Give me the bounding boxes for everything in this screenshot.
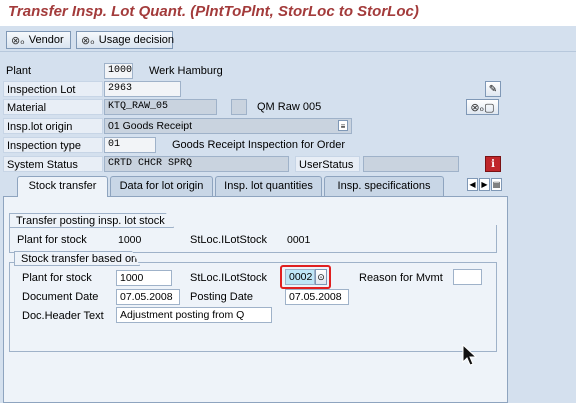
window-title: Transfer Insp. Lot Quant. (PlntToPlnt, S… xyxy=(8,3,419,20)
st-sloc-label: StLoc.ILotStock xyxy=(190,272,268,284)
vendor-button[interactable]: ⊗ₒ Vendor xyxy=(6,31,71,49)
material-field: KTQ_RAW_05 xyxy=(104,99,217,115)
application-toolbar: ⊗ₒ Vendor ⊗ₒ Usage decision xyxy=(0,27,576,52)
usage-decision-button[interactable]: ⊗ₒ Usage decision xyxy=(76,31,174,49)
user-status-label: UserStatus xyxy=(295,156,360,172)
tab-strip: Stock transfer Data for lot origin Insp.… xyxy=(0,176,510,197)
tab-stock-transfer[interactable]: Stock transfer xyxy=(17,176,108,197)
system-status-label: System Status xyxy=(3,156,103,172)
st-posting-date-label: Posting Date xyxy=(190,291,253,303)
st-reason-field[interactable] xyxy=(453,269,482,285)
st-posting-date-field[interactable]: 07.05.2008 xyxy=(285,289,349,305)
plant-label: Plant xyxy=(6,65,32,77)
tab-data-for-lot-origin[interactable]: Data for lot origin xyxy=(110,176,213,196)
st-header-text-field[interactable]: Adjustment posting from Q xyxy=(116,307,272,323)
st-doc-date-field[interactable]: 07.05.2008 xyxy=(116,289,180,305)
plant-field: 1000 xyxy=(104,63,133,79)
st-plant-field[interactable]: 1000 xyxy=(116,270,172,286)
tp-plant-value: 1000 xyxy=(118,234,142,246)
inspection-type-label: Inspection type xyxy=(3,137,103,153)
inspection-lot-label: Inspection Lot xyxy=(3,81,103,97)
title-bar: Transfer Insp. Lot Quant. (PlntToPlnt, S… xyxy=(0,0,576,26)
dropdown-icon[interactable]: ≡ xyxy=(338,120,348,131)
tab-list-icon[interactable]: ▤ xyxy=(491,178,502,191)
glasses-icon: ⊗ₒ▢ xyxy=(470,100,495,114)
st-header-text-label: Doc.Header Text xyxy=(22,310,104,322)
inspection-type-description: Goods Receipt Inspection for Order xyxy=(172,139,346,151)
display-glasses-button[interactable]: ⊗ₒ▢ xyxy=(466,99,499,115)
insp-lot-origin-field[interactable]: 01 Goods Receipt xyxy=(104,118,352,134)
st-plant-label: Plant for stock xyxy=(22,272,92,284)
highlight-box xyxy=(280,265,331,289)
material-extra-field xyxy=(231,99,247,115)
plant-description: Werk Hamburg xyxy=(149,65,223,77)
usage-decision-button-label: Usage decision xyxy=(98,34,174,46)
system-status-field: CRTD CHCR SPRQ xyxy=(104,156,289,172)
vendor-button-label: Vendor xyxy=(28,34,64,46)
inspection-type-field: 01 xyxy=(104,137,156,153)
tab-insp-specifications[interactable]: Insp. specifications xyxy=(324,176,444,196)
mouse-cursor-icon xyxy=(462,344,478,366)
stock-transfer-title: Stock transfer based on xyxy=(14,251,140,266)
pencil-icon[interactable]: ✎ xyxy=(485,81,501,97)
st-reason-label: Reason for Mvmt xyxy=(359,272,443,284)
glasses-icon: ⊗ₒ xyxy=(81,33,95,47)
st-doc-date-label: Document Date xyxy=(22,291,99,303)
tp-plant-label: Plant for stock xyxy=(17,234,87,246)
tp-sloc-value: 0001 xyxy=(287,234,311,246)
user-status-field xyxy=(363,156,459,172)
material-description: QM Raw 005 xyxy=(257,101,322,113)
tab-scroll-left-icon[interactable]: ◀ xyxy=(467,178,478,191)
material-label: Material xyxy=(3,99,103,115)
tab-insp-lot-quantities[interactable]: Insp. lot quantities xyxy=(215,176,322,196)
tp-sloc-label: StLoc.ILotStock xyxy=(190,234,268,246)
tab-scroll-right-icon[interactable]: ▶ xyxy=(479,178,490,191)
transfer-posting-title: Transfer posting insp. lot stock xyxy=(9,213,174,228)
glasses-icon: ⊗ₒ xyxy=(11,33,25,47)
info-icon[interactable]: i xyxy=(485,156,501,172)
inspection-lot-field: 2963 xyxy=(104,81,181,97)
insp-lot-origin-label: Insp.lot origin xyxy=(3,118,103,134)
